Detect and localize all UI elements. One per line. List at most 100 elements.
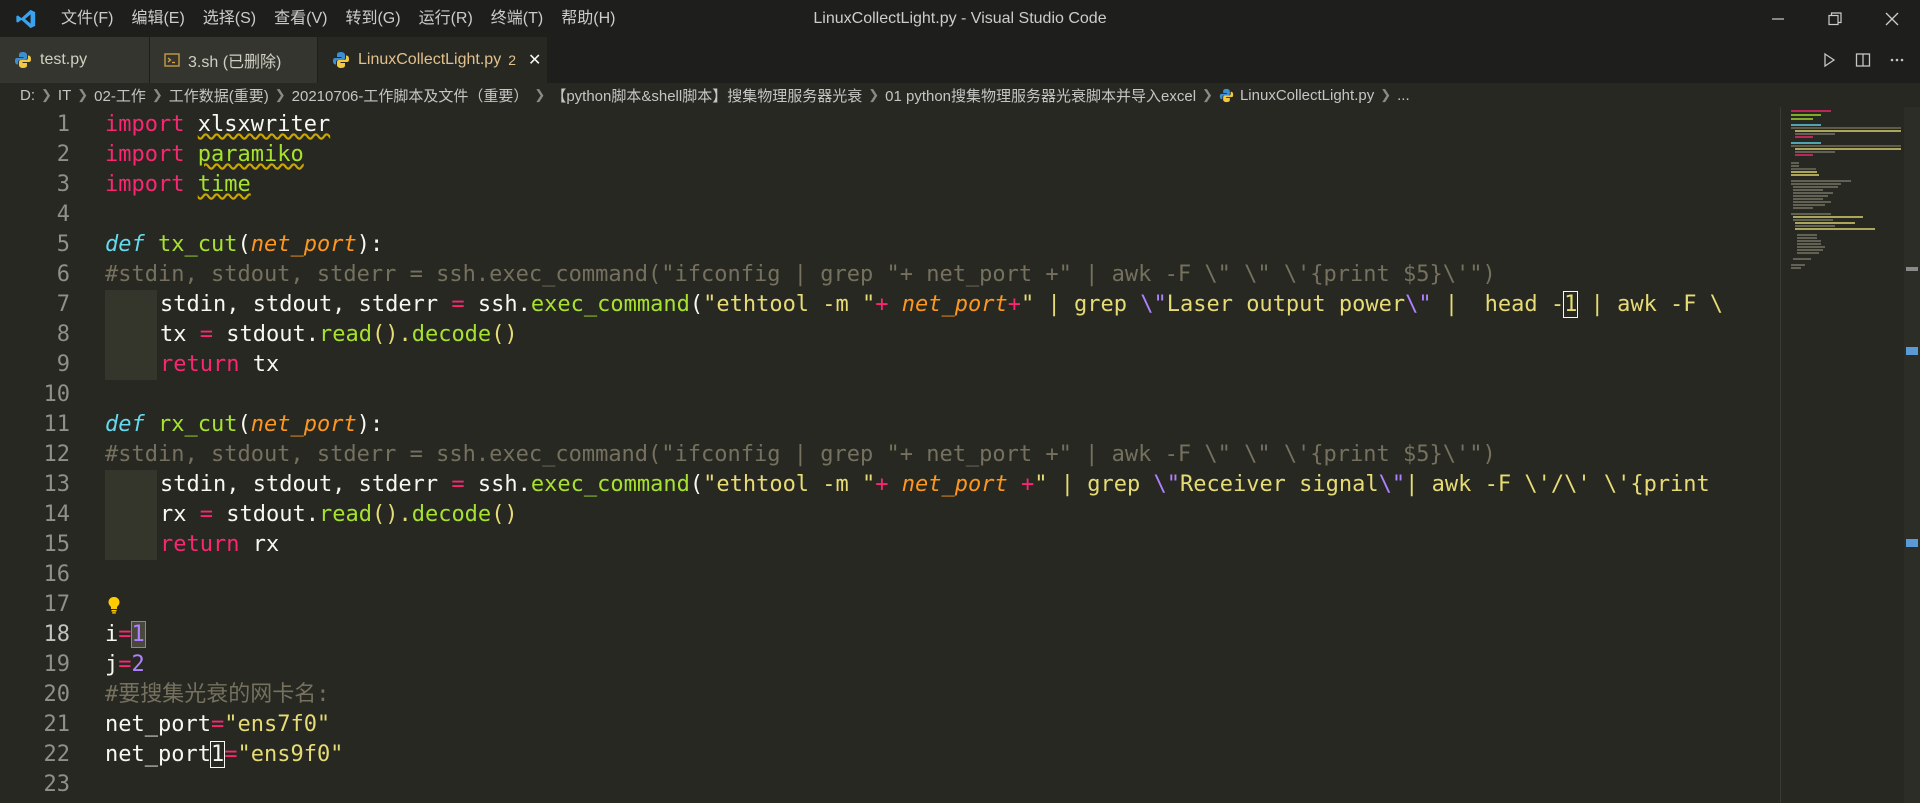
code-line: 17 xyxy=(0,590,1780,620)
code-line: 3 import time xyxy=(0,170,1780,200)
minimize-button[interactable] xyxy=(1749,0,1806,37)
escape-sequence: \" xyxy=(1140,292,1167,317)
restore-button[interactable] xyxy=(1806,0,1863,37)
tab-test-py[interactable]: test.py xyxy=(0,37,150,83)
breadcrumb-item[interactable]: 20210706-工作脚本及文件（重要） xyxy=(292,85,529,106)
line-number: 2 xyxy=(56,142,70,167)
menu-terminal[interactable]: 终端(T) xyxy=(482,0,552,37)
code-line: 11 def rx_cut(net_port): xyxy=(0,410,1780,440)
function-call: decode xyxy=(411,322,492,347)
restore-icon xyxy=(1827,11,1842,25)
menu-selection[interactable]: 选择(S) xyxy=(194,0,265,37)
menu-edit[interactable]: 编辑(E) xyxy=(122,0,193,37)
code-editor[interactable]: 1 import xlsxwriter 2 import paramiko 3 … xyxy=(0,107,1780,803)
breadcrumb-symbols[interactable]: ... xyxy=(1397,87,1410,104)
lightbulb-icon[interactable] xyxy=(106,596,122,619)
chevron-right-icon: ❯ xyxy=(868,87,880,102)
code-line: 9 return tx xyxy=(0,350,1780,380)
indent-guide xyxy=(105,500,157,530)
code-text: ssh. xyxy=(464,472,531,497)
line-number: 17 xyxy=(43,592,71,617)
run-python-file-button[interactable] xyxy=(1812,37,1846,83)
code-text: j xyxy=(105,652,119,677)
number: 2 xyxy=(131,652,145,677)
code-line: 4 xyxy=(0,200,1780,230)
line-number: 8 xyxy=(56,322,70,347)
function-name: tx_cut xyxy=(158,232,238,257)
breadcrumb-item[interactable]: 02-工作 xyxy=(94,85,146,106)
code-text: tx xyxy=(239,352,280,377)
module-name: paramiko xyxy=(197,142,304,167)
code-text: net_port xyxy=(105,742,211,767)
more-actions-button[interactable] xyxy=(1880,37,1914,83)
code-line: 5 def tx_cut(net_port): xyxy=(0,230,1780,260)
operator: + xyxy=(1007,292,1021,317)
module-name: time xyxy=(197,172,251,197)
split-editor-button[interactable] xyxy=(1846,37,1880,83)
tab-label: test.py xyxy=(40,51,88,68)
code-line: 19 j=2 xyxy=(0,650,1780,680)
operator: + xyxy=(1007,472,1035,497)
string: Receiver signal xyxy=(1179,472,1379,497)
function-call: read xyxy=(318,322,372,347)
paren: ( xyxy=(689,472,704,497)
string: "ens9f0" xyxy=(237,742,344,767)
code-text: (). xyxy=(371,502,412,527)
close-window-button[interactable] xyxy=(1863,0,1920,37)
comment: #stdin, stdout, stderr = ssh.exec_comman… xyxy=(105,442,1496,467)
escape-sequence: \" xyxy=(1153,472,1180,497)
line-number: 16 xyxy=(43,562,71,587)
menu-view[interactable]: 查看(V) xyxy=(265,0,336,37)
play-icon xyxy=(1824,52,1836,68)
code-text: stdin, stdout, stderr xyxy=(160,472,452,497)
code-text: ssh. xyxy=(464,292,531,317)
code-text: rx xyxy=(160,502,200,527)
breadcrumb-item[interactable]: IT xyxy=(58,87,71,104)
comment: #stdin, stdout, stderr = ssh.exec_comman… xyxy=(105,262,1496,287)
breadcrumb-item[interactable]: 01 python搜集物理服务器光衰脚本并导入excel xyxy=(885,85,1196,106)
line-number: 14 xyxy=(43,502,71,527)
code-line: 15 return rx xyxy=(0,530,1780,560)
minimap[interactable] xyxy=(1780,107,1905,803)
tab-3-sh[interactable]: 3.sh (已删除) xyxy=(150,37,318,83)
chevron-right-icon: ❯ xyxy=(41,87,52,102)
close-tab-icon[interactable]: ✕ xyxy=(528,50,541,70)
code-line: 2 import paramiko xyxy=(0,140,1780,170)
code-line: 14 rx = stdout.read().decode() xyxy=(0,500,1780,530)
operator: = xyxy=(118,652,132,677)
terminal-icon xyxy=(164,52,180,68)
code-text: net_port xyxy=(105,712,211,737)
menu-file[interactable]: 文件(F) xyxy=(52,0,122,37)
line-number: 23 xyxy=(43,772,71,797)
code-line: 8 tx = stdout.read().decode() xyxy=(0,320,1780,350)
paren: () xyxy=(491,322,518,347)
keyword: return xyxy=(160,532,240,557)
chevron-right-icon: ❯ xyxy=(77,87,89,102)
vertical-scrollbar[interactable] xyxy=(1904,107,1920,803)
code-line: 7 stdin, stdout, stderr = ssh.exec_comma… xyxy=(0,290,1780,320)
menu-help[interactable]: 帮助(H) xyxy=(552,0,624,37)
paren: () xyxy=(491,502,518,527)
breadcrumb-file[interactable]: LinuxCollectLight.py xyxy=(1240,87,1374,104)
breadcrumb-item[interactable]: 工作数据(重要) xyxy=(169,85,269,106)
string: "ethtool -m " xyxy=(703,472,876,497)
escape-sequence: \" xyxy=(1378,472,1406,497)
menu-run[interactable]: 运行(R) xyxy=(410,0,482,37)
function-call: exec_command xyxy=(530,472,690,497)
operator: = xyxy=(210,712,225,737)
chevron-right-icon: ❯ xyxy=(274,87,286,102)
breadcrumb-item[interactable]: D: xyxy=(20,87,35,104)
parameter: net_port xyxy=(250,232,357,257)
operator: + xyxy=(875,472,902,497)
line-number: 19 xyxy=(43,652,71,677)
line-number: 3 xyxy=(56,172,70,197)
line-number: 10 xyxy=(43,382,71,407)
breadcrumb-item[interactable]: 【python脚本&shell脚本】搜集物理服务器光衰 xyxy=(551,85,862,106)
code-text: stdout. xyxy=(213,502,319,527)
menu-go[interactable]: 转到(G) xyxy=(336,0,409,37)
code-line: 6 #stdin, stdout, stderr = ssh.exec_comm… xyxy=(0,260,1780,290)
line-number: 5 xyxy=(56,232,70,257)
vscode-logo-icon xyxy=(0,0,52,37)
tab-linuxcollectlight-py[interactable]: LinuxCollectLight.py 2 ✕ xyxy=(318,37,548,83)
operator: = xyxy=(224,742,238,767)
